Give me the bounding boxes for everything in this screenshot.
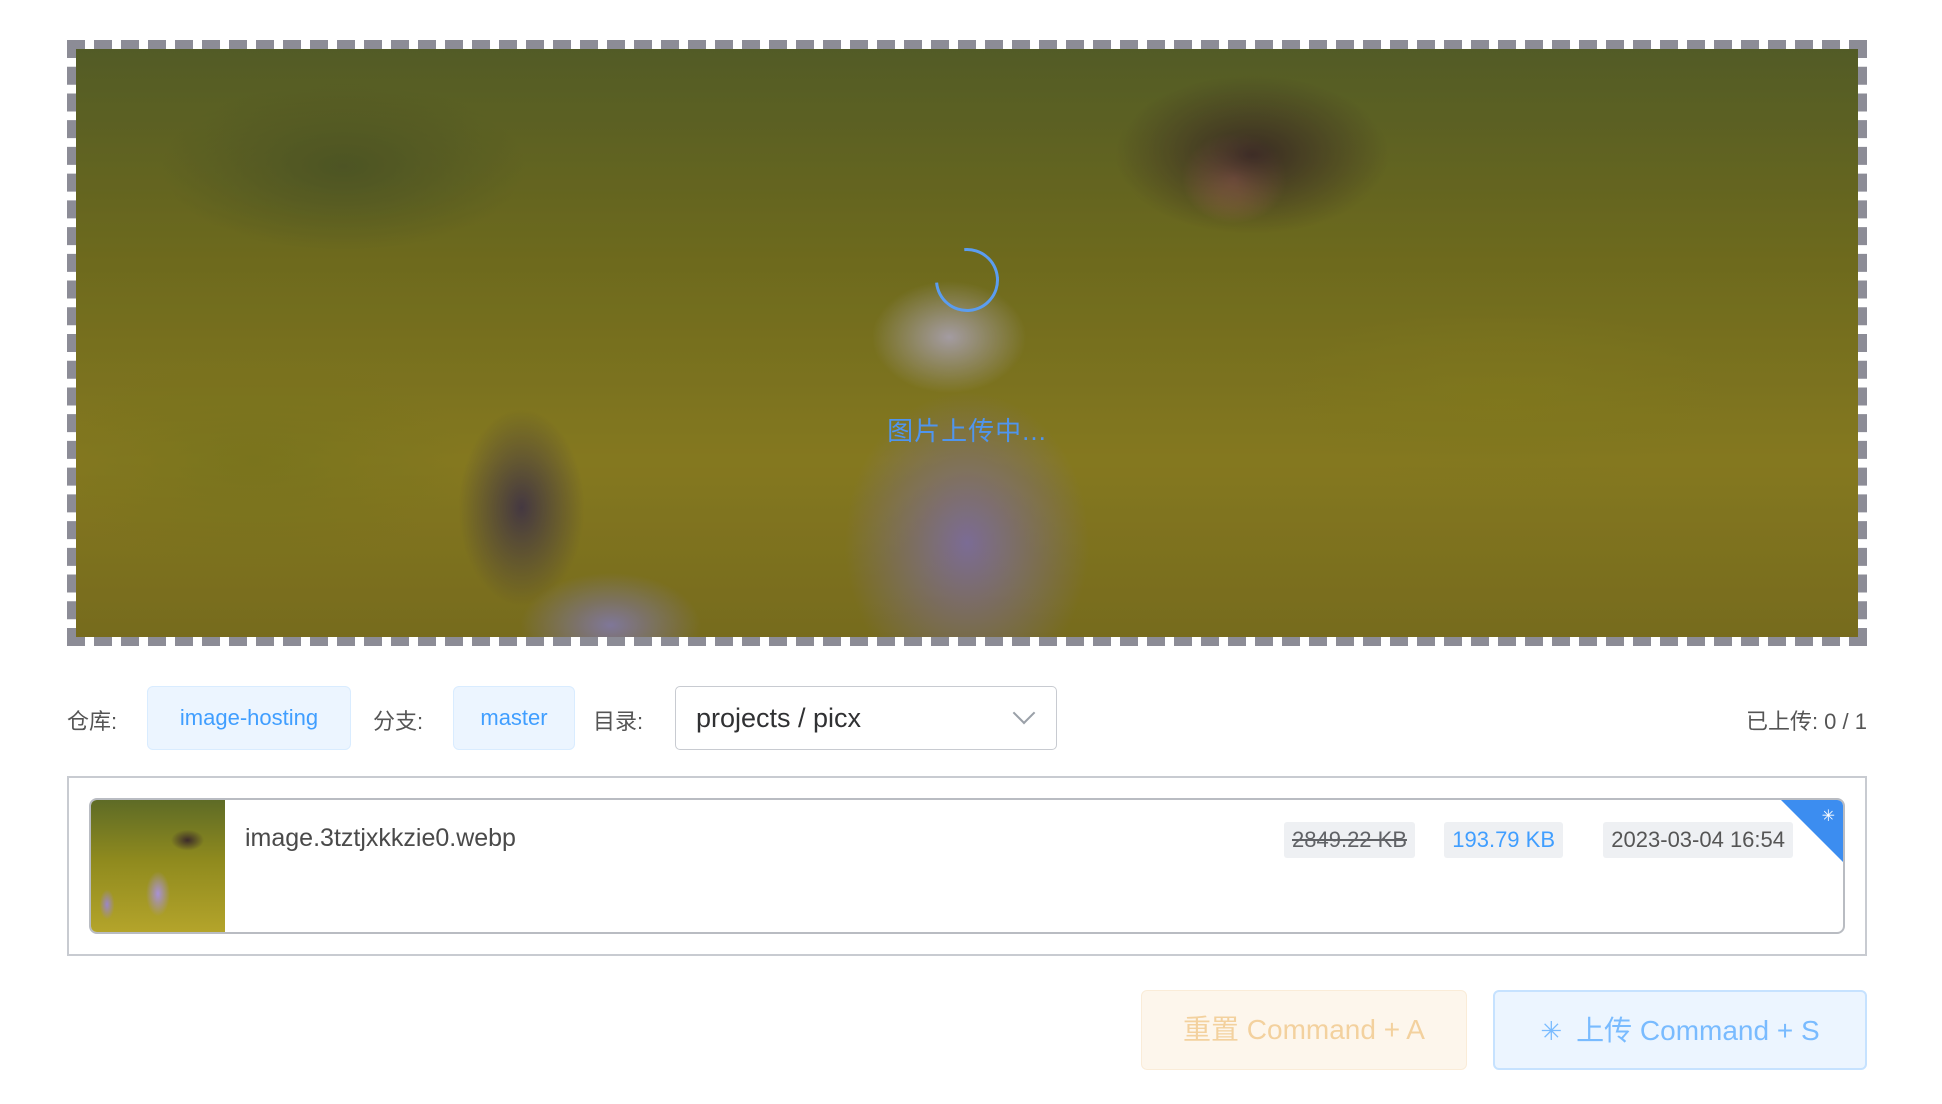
- loading-overlay: [76, 49, 1858, 637]
- branch-label: 分支:: [373, 709, 424, 734]
- dir-label: 目录:: [593, 709, 644, 734]
- upload-drop-zone[interactable]: 图片上传中...: [67, 40, 1867, 646]
- loading-text: 图片上传中...: [887, 416, 1047, 446]
- upload-button-label: 上传 Command + S: [1576, 1015, 1820, 1046]
- list-item[interactable]: image.3tztjxkkzie0.webp 2849.22 KB 193.7…: [89, 798, 1845, 934]
- upload-button[interactable]: ✳ 上传 Command + S: [1493, 990, 1867, 1070]
- repo-tag[interactable]: image-hosting: [147, 686, 351, 750]
- file-thumbnail: [91, 800, 225, 932]
- branch-tag[interactable]: master: [453, 686, 575, 750]
- file-date-badge: 2023-03-04 16:54: [1603, 822, 1793, 858]
- loading-icon: ✳: [1540, 1016, 1563, 1046]
- reset-button-label: 重置 Command + A: [1183, 1014, 1425, 1045]
- dir-select-value: projects / picx: [696, 703, 862, 733]
- file-name: image.3tztjxkkzie0.webp: [245, 824, 516, 852]
- uploaded-count: 已上传: 0 / 1: [1745, 709, 1867, 734]
- reset-button[interactable]: 重置 Command + A: [1141, 990, 1467, 1070]
- original-size-badge: 2849.22 KB: [1284, 822, 1415, 858]
- chevron-down-icon: [1012, 701, 1036, 725]
- file-list: image.3tztjxkkzie0.webp 2849.22 KB 193.7…: [67, 776, 1867, 956]
- loading-icon: ✳: [1821, 808, 1835, 825]
- upload-config-row: 仓库: image-hosting 分支: master 目录: project…: [67, 686, 1867, 750]
- compressed-size-badge: 193.79 KB: [1444, 822, 1563, 858]
- repo-label: 仓库:: [67, 709, 118, 734]
- dir-select[interactable]: projects / picx: [675, 686, 1057, 750]
